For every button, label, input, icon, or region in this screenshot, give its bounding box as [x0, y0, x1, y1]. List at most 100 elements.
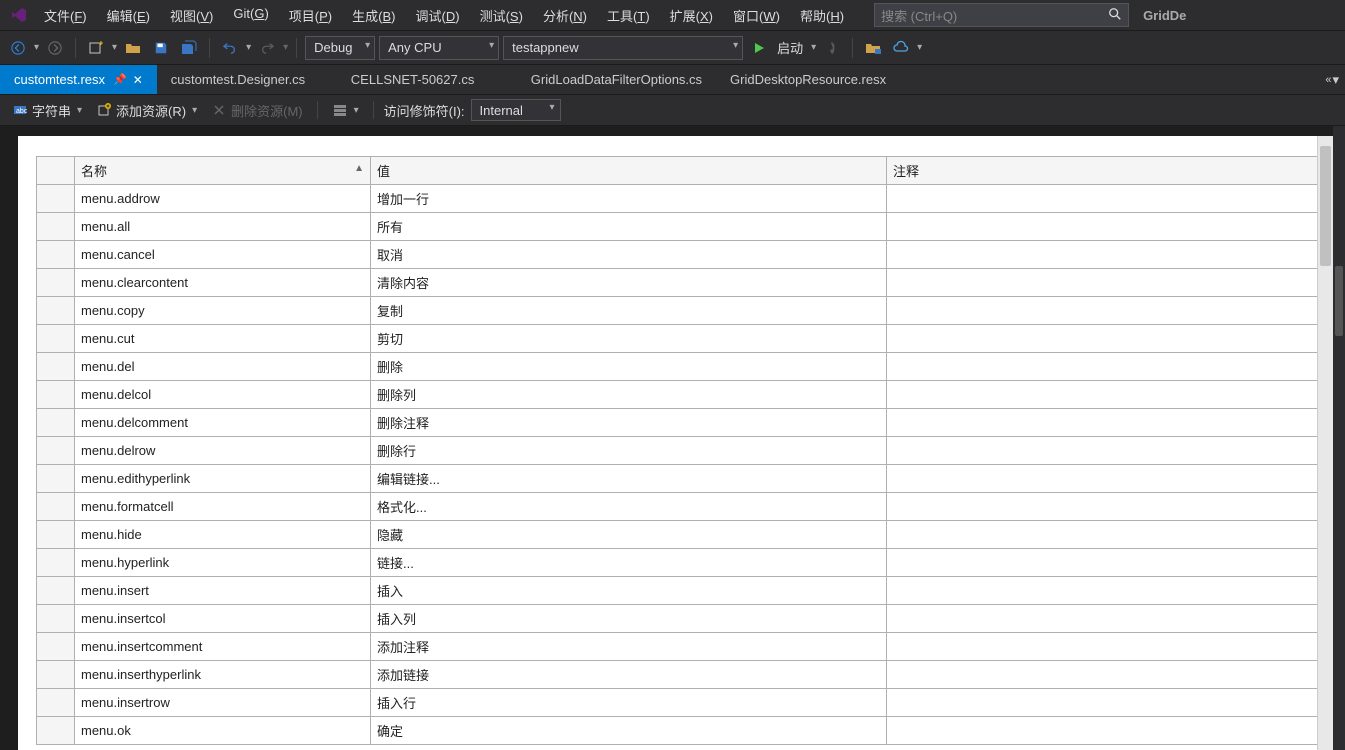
- row-header[interactable]: [37, 661, 75, 689]
- cell-name[interactable]: menu.cancel: [75, 241, 371, 269]
- menu-item[interactable]: 生成(B): [342, 2, 405, 29]
- undo-button[interactable]: [218, 36, 242, 60]
- document-tab[interactable]: customtest.Designer.cs: [157, 65, 337, 94]
- row-header[interactable]: [37, 493, 75, 521]
- new-caret[interactable]: ▾: [112, 42, 117, 53]
- nav-back-caret[interactable]: ▾: [34, 42, 39, 53]
- add-resource-button[interactable]: 添加资源(R) ▾: [92, 99, 201, 122]
- search-box[interactable]: 搜索 (Ctrl+Q): [874, 3, 1129, 27]
- document-tab[interactable]: GridLoadDataFilterOptions.cs: [517, 65, 716, 94]
- cell-value[interactable]: 链接...: [371, 549, 887, 577]
- menu-item[interactable]: Git(G): [223, 2, 278, 29]
- start-button[interactable]: [747, 36, 771, 60]
- cell-comment[interactable]: [887, 325, 1318, 353]
- row-header[interactable]: [37, 689, 75, 717]
- row-header[interactable]: [37, 409, 75, 437]
- cell-name[interactable]: menu.clearcontent: [75, 269, 371, 297]
- row-header[interactable]: [37, 297, 75, 325]
- resource-grid[interactable]: 名称▲ 值 注释 menu.addrow增加一行menu.all所有menu.c…: [36, 156, 1317, 745]
- cell-value[interactable]: 添加注释: [371, 633, 887, 661]
- cell-value[interactable]: 插入列: [371, 605, 887, 633]
- column-header-value[interactable]: 值: [371, 157, 887, 185]
- table-row[interactable]: menu.insertrow插入行: [37, 689, 1318, 717]
- startup-dropdown[interactable]: testappnew: [503, 36, 743, 60]
- row-header[interactable]: [37, 353, 75, 381]
- document-tab[interactable]: customtest.resx📌✕: [0, 65, 157, 94]
- cell-name[interactable]: menu.hyperlink: [75, 549, 371, 577]
- cell-value[interactable]: 取消: [371, 241, 887, 269]
- cell-value[interactable]: 插入行: [371, 689, 887, 717]
- table-row[interactable]: menu.ok确定: [37, 717, 1318, 745]
- menu-item[interactable]: 测试(S): [470, 2, 533, 29]
- table-row[interactable]: menu.delcomment删除注释: [37, 409, 1318, 437]
- column-header-name[interactable]: 名称▲: [75, 157, 371, 185]
- cell-comment[interactable]: [887, 605, 1318, 633]
- cloud-icon[interactable]: [889, 36, 913, 60]
- cell-name[interactable]: menu.edithyperlink: [75, 465, 371, 493]
- minimap-thumb[interactable]: [1335, 266, 1343, 336]
- menu-item[interactable]: 文件(F): [34, 2, 97, 29]
- cell-value[interactable]: 剪切: [371, 325, 887, 353]
- table-row[interactable]: menu.formatcell格式化...: [37, 493, 1318, 521]
- table-row[interactable]: menu.cancel取消: [37, 241, 1318, 269]
- scrollbar-thumb[interactable]: [1320, 146, 1331, 266]
- pin-icon[interactable]: 📌: [113, 73, 127, 86]
- table-row[interactable]: menu.copy复制: [37, 297, 1318, 325]
- menu-item[interactable]: 帮助(H): [790, 2, 854, 29]
- table-row[interactable]: menu.delrow删除行: [37, 437, 1318, 465]
- table-row[interactable]: menu.clearcontent清除内容: [37, 269, 1318, 297]
- cell-name[interactable]: menu.del: [75, 353, 371, 381]
- cell-name[interactable]: menu.hide: [75, 521, 371, 549]
- cell-value[interactable]: 删除: [371, 353, 887, 381]
- cell-comment[interactable]: [887, 633, 1318, 661]
- platform-dropdown[interactable]: Any CPU: [379, 36, 499, 60]
- cell-value[interactable]: 格式化...: [371, 493, 887, 521]
- cell-value[interactable]: 添加链接: [371, 661, 887, 689]
- cell-name[interactable]: menu.insert: [75, 577, 371, 605]
- close-icon[interactable]: ✕: [133, 73, 143, 87]
- cell-name[interactable]: menu.insertcol: [75, 605, 371, 633]
- row-header[interactable]: [37, 577, 75, 605]
- redo-button[interactable]: [255, 36, 279, 60]
- cell-comment[interactable]: [887, 717, 1318, 745]
- row-header[interactable]: [37, 633, 75, 661]
- document-tab[interactable]: GridDesktopResource.resx: [716, 65, 900, 94]
- cell-comment[interactable]: [887, 549, 1318, 577]
- menu-item[interactable]: 分析(N): [533, 2, 597, 29]
- cell-name[interactable]: menu.addrow: [75, 185, 371, 213]
- cell-comment[interactable]: [887, 689, 1318, 717]
- cell-value[interactable]: 插入: [371, 577, 887, 605]
- table-row[interactable]: menu.hide隐藏: [37, 521, 1318, 549]
- column-header-comment[interactable]: 注释: [887, 157, 1318, 185]
- redo-caret[interactable]: ▾: [283, 42, 288, 53]
- row-header[interactable]: [37, 269, 75, 297]
- save-button[interactable]: [149, 36, 173, 60]
- cloud-caret[interactable]: ▾: [917, 42, 922, 53]
- tab-dropdown-icon[interactable]: ▾: [1332, 72, 1339, 88]
- table-row[interactable]: menu.insertcomment添加注释: [37, 633, 1318, 661]
- table-row[interactable]: menu.cut剪切: [37, 325, 1318, 353]
- cell-comment[interactable]: [887, 297, 1318, 325]
- config-dropdown[interactable]: Debug: [305, 36, 375, 60]
- table-row[interactable]: menu.inserthyperlink添加链接: [37, 661, 1318, 689]
- menu-item[interactable]: 工具(T): [597, 2, 660, 29]
- cell-value[interactable]: 删除行: [371, 437, 887, 465]
- table-row[interactable]: menu.del删除: [37, 353, 1318, 381]
- cell-value[interactable]: 删除注释: [371, 409, 887, 437]
- row-header[interactable]: [37, 549, 75, 577]
- cell-comment[interactable]: [887, 409, 1318, 437]
- row-header[interactable]: [37, 465, 75, 493]
- row-header[interactable]: [37, 605, 75, 633]
- row-header[interactable]: [37, 437, 75, 465]
- tab-overflow[interactable]: « ▾: [1319, 65, 1345, 94]
- cell-value[interactable]: 复制: [371, 297, 887, 325]
- row-header[interactable]: [37, 185, 75, 213]
- minimap-scrollbar[interactable]: [1333, 126, 1345, 750]
- cell-value[interactable]: 编辑链接...: [371, 465, 887, 493]
- start-caret[interactable]: ▾: [811, 42, 816, 53]
- cell-value[interactable]: 增加一行: [371, 185, 887, 213]
- cell-comment[interactable]: [887, 493, 1318, 521]
- new-project-button[interactable]: [84, 36, 108, 60]
- table-row[interactable]: menu.insert插入: [37, 577, 1318, 605]
- row-header[interactable]: [37, 381, 75, 409]
